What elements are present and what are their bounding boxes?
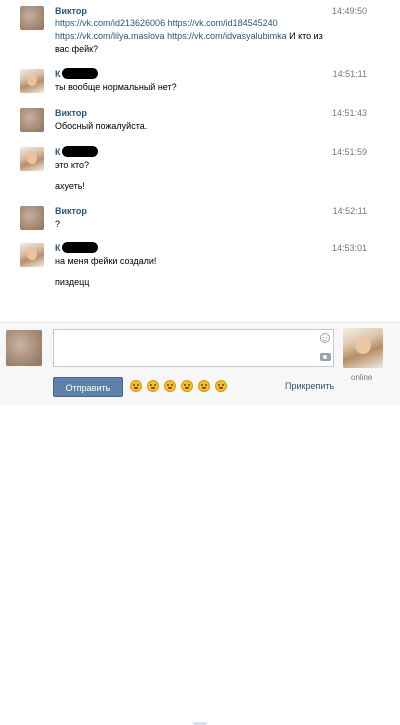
- laugh-emoji-icon[interactable]: [147, 380, 159, 392]
- message-text: это кто?: [55, 160, 89, 170]
- message-input[interactable]: [53, 329, 334, 367]
- sender-avatar[interactable]: [20, 147, 44, 171]
- message-time: 14:51:43: [331, 108, 367, 118]
- attach-link[interactable]: Прикрепить: [285, 381, 334, 391]
- message-link[interactable]: https://vk.com/idvasyalubimka: [167, 31, 287, 41]
- message-time: 14:49:50: [331, 6, 367, 16]
- sender-name[interactable]: К: [55, 147, 61, 157]
- send-button[interactable]: Отправить: [53, 377, 123, 397]
- sender-name[interactable]: К: [55, 69, 61, 79]
- message-time: 14:51:59: [331, 147, 367, 157]
- online-status: online: [351, 373, 373, 382]
- sender-name[interactable]: Виктор: [55, 6, 87, 16]
- partner-avatar[interactable]: [343, 328, 383, 368]
- message-link[interactable]: https://vk.com/id213626006: [55, 18, 165, 28]
- smile-icon[interactable]: [320, 333, 330, 343]
- redaction-mark: [62, 146, 98, 157]
- grin-emoji-icon[interactable]: [181, 380, 193, 392]
- message-text: ты вообще нормальный нет?: [55, 82, 177, 92]
- message-link[interactable]: https://vk.com/lilya.maslova: [55, 31, 165, 41]
- message-text: на меня фейки создали!: [55, 256, 157, 266]
- my-avatar[interactable]: [6, 330, 42, 366]
- smile-emoji-icon[interactable]: [130, 380, 142, 392]
- sender-avatar[interactable]: [20, 108, 44, 132]
- message-text: ахуеть!: [55, 181, 85, 191]
- sender-avatar[interactable]: [20, 243, 44, 267]
- wink-emoji-icon[interactable]: [164, 380, 176, 392]
- redaction-mark: [62, 68, 98, 79]
- message-text: ?: [55, 219, 61, 229]
- message-time: 14:52:11: [332, 206, 367, 216]
- message-composer: online Отправить Прикрепить: [0, 322, 400, 725]
- sender-avatar[interactable]: [20, 69, 44, 93]
- redaction-mark: [62, 242, 98, 253]
- message-history: Виктор 14:49:50 https://vk.com/id2136260…: [0, 0, 400, 325]
- message-text: Обосный пожалуйста.: [55, 121, 148, 131]
- sender-name[interactable]: Виктор: [55, 206, 87, 216]
- sender-name[interactable]: Виктор: [55, 108, 87, 118]
- surprised-emoji-icon[interactable]: [215, 380, 227, 392]
- camera-icon[interactable]: [320, 353, 331, 361]
- message-time: 14:51:11: [332, 69, 367, 79]
- happy-emoji-icon[interactable]: [198, 380, 210, 392]
- message-text: пиздецц: [55, 277, 90, 287]
- sender-avatar[interactable]: [20, 6, 44, 30]
- sender-name[interactable]: К: [55, 243, 61, 253]
- sender-avatar[interactable]: [20, 206, 44, 230]
- message-link[interactable]: https://vk.com/id184545240: [168, 18, 278, 28]
- message-time: 14:53:01: [331, 243, 367, 253]
- message-text: https://vk.com/id213626006 https://vk.co…: [55, 18, 323, 54]
